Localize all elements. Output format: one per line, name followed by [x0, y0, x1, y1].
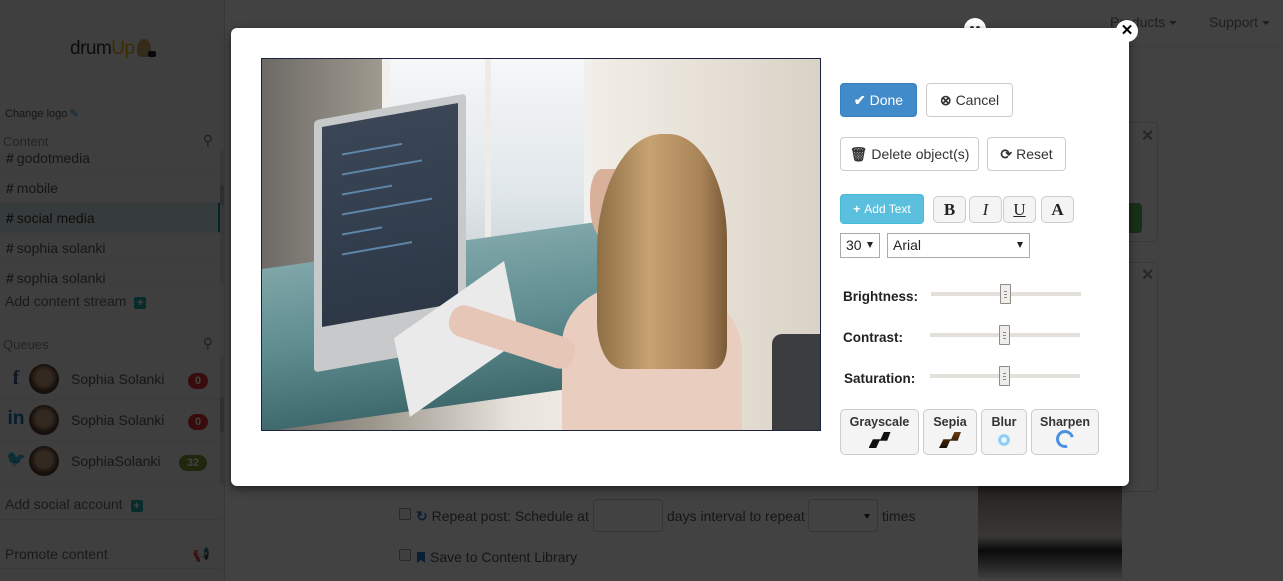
font-family-select[interactable]: Arial — [887, 233, 1030, 258]
contrast-slider-handle[interactable] — [999, 325, 1010, 345]
times-circle-icon: ⊗ — [939, 92, 952, 108]
sharpen-filter-button[interactable]: Sharpen — [1031, 409, 1099, 455]
blur-filter-button[interactable]: Blur — [981, 409, 1027, 455]
brightness-slider-handle[interactable] — [1000, 284, 1011, 304]
plus-icon: + — [853, 202, 861, 216]
check-circle-icon: ✔ — [853, 92, 866, 108]
film-gray-icon — [868, 432, 891, 448]
text-color-button[interactable]: A — [1041, 196, 1074, 223]
editor-image-canvas[interactable] — [261, 58, 821, 431]
add-text-label: Add Text — [864, 202, 911, 216]
grayscale-filter-button[interactable]: Grayscale — [840, 409, 919, 455]
done-label: Done — [869, 92, 904, 108]
reset-label: Reset — [1016, 146, 1053, 162]
sepia-label: Sepia — [933, 415, 967, 429]
grayscale-label: Grayscale — [849, 415, 910, 429]
refresh-icon: ⟳ — [1000, 146, 1013, 162]
trash-icon: 🗑 — [849, 146, 868, 162]
font-size-value: 30 — [846, 237, 862, 253]
saturation-slider-handle[interactable] — [999, 366, 1010, 386]
sharpen-icon — [1052, 426, 1078, 452]
close-modal-button[interactable]: ✕ — [1116, 20, 1138, 42]
blur-icon — [998, 434, 1010, 446]
delete-objects-button[interactable]: 🗑 Delete object(s) — [840, 137, 979, 171]
blur-label: Blur — [991, 415, 1017, 429]
photo-screen — [322, 103, 458, 327]
photo-person-hair — [597, 134, 727, 369]
sepia-filter-button[interactable]: Sepia — [923, 409, 977, 455]
contrast-label: Contrast: — [843, 330, 903, 345]
font-family-value: Arial — [893, 237, 922, 253]
italic-button[interactable]: I — [969, 196, 1002, 223]
photo-chair — [772, 334, 820, 430]
font-size-select[interactable]: 30 — [840, 233, 880, 258]
bold-button[interactable]: B — [933, 196, 966, 223]
saturation-label: Saturation: — [844, 371, 916, 386]
underline-button[interactable]: U — [1003, 196, 1036, 223]
cancel-label: Cancel — [955, 92, 1000, 108]
sharpen-label: Sharpen — [1039, 415, 1090, 429]
done-button[interactable]: ✔ Done — [840, 83, 917, 117]
reset-button[interactable]: ⟳ Reset — [987, 137, 1066, 171]
delete-label: Delete object(s) — [871, 146, 970, 162]
add-text-button[interactable]: + Add Text — [840, 194, 924, 224]
image-editor-modal: ✔ Done ⊗ Cancel 🗑 Delete object(s) ⟳ Reset +… — [231, 28, 1129, 486]
dropdown-arrow-icon — [867, 242, 873, 248]
dropdown-arrow-icon — [1017, 242, 1023, 248]
cancel-button[interactable]: ⊗ Cancel — [926, 83, 1013, 117]
brightness-label: Brightness: — [843, 289, 919, 304]
film-sepia-icon — [939, 432, 961, 448]
